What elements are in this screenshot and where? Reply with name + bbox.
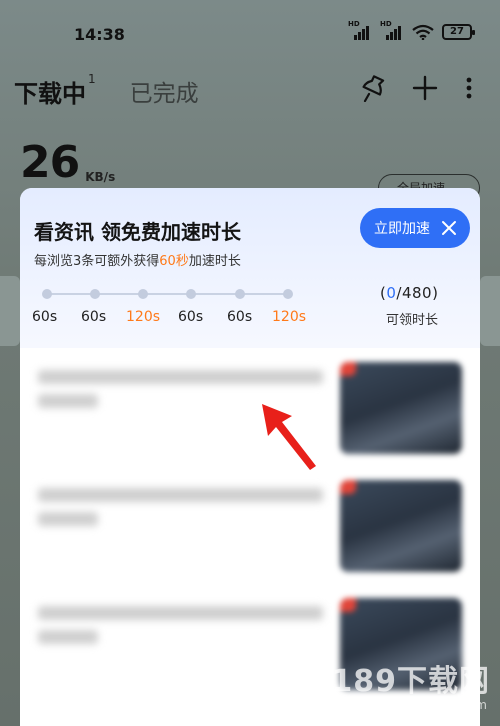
popup-subtitle: 每浏览3条可额外获得60秒加速时长 (34, 250, 241, 269)
counter-label: 可领时长 (386, 313, 439, 328)
list-item[interactable] (38, 480, 468, 588)
download-speed: 26 KB/s (20, 140, 115, 186)
news-reward-popup: 看资讯 领免费加速时长 每浏览3条可额外获得60秒加速时长 立即加速 60s 6… (20, 188, 480, 726)
progress-track (42, 288, 293, 300)
step-label: 120s (126, 309, 161, 325)
popup-header: 看资讯 领免费加速时长 每浏览3条可额外获得60秒加速时长 立即加速 60s 6… (20, 188, 480, 348)
tab-downloading-count: 1 (88, 72, 96, 86)
reward-steps: 60s 60s 120s 60s 60s 120s (32, 309, 332, 327)
signal-icon: HD (348, 20, 372, 40)
reward-counter: (0/480) (380, 284, 439, 302)
tab-downloading[interactable]: 下载中 (14, 74, 86, 109)
speed-value: 26 (20, 137, 80, 188)
subtitle-highlight: 60秒 (159, 254, 189, 269)
progress-dot (235, 289, 245, 299)
progress-dot (42, 289, 52, 299)
step-label: 60s (227, 309, 253, 325)
list-item[interactable] (38, 362, 468, 470)
status-time: 14:38 (74, 25, 125, 44)
progress-dot (186, 289, 196, 299)
close-icon[interactable] (440, 219, 458, 237)
watermark-sub: www.189d.com (361, 698, 490, 712)
watermark: 189下载网 www.189d.com (331, 656, 490, 712)
download-tabs: 下载中 1 已完成 (14, 72, 199, 109)
top-actions (360, 74, 474, 102)
more-icon[interactable] (464, 74, 474, 102)
step-label: 60s (178, 309, 204, 325)
pin-icon[interactable] (360, 74, 386, 102)
progress-line (46, 293, 288, 295)
subtitle-prefix: 每浏览3条可额外获得 (34, 254, 160, 269)
speed-unit: KB/s (85, 170, 116, 184)
wifi-icon (412, 24, 434, 40)
article-text-blurred (38, 488, 323, 536)
background-card-right (480, 276, 500, 346)
progress-dot (283, 289, 293, 299)
pointer-arrow-icon (262, 404, 316, 470)
step-label: 120s (272, 309, 307, 325)
status-icons: HD HD 27 (348, 20, 475, 40)
counter-total: 480 (401, 284, 433, 302)
counter-current: 0 (386, 284, 397, 302)
status-bar: 14:38 HD HD 27 (0, 0, 500, 66)
accelerate-now-label: 立即加速 (374, 221, 430, 237)
battery-icon: 27 (442, 24, 475, 40)
plus-icon[interactable] (412, 74, 438, 102)
article-thumbnail (340, 480, 462, 572)
hd-label: HD (348, 20, 360, 28)
step-label: 60s (32, 309, 58, 325)
accelerate-now-button[interactable]: 立即加速 (360, 208, 470, 248)
watermark-main: 189下载网 (331, 664, 490, 699)
article-text-blurred (38, 606, 323, 654)
hd-label-2: HD (380, 20, 392, 28)
signal-icon-2: HD (380, 20, 404, 40)
article-thumbnail (340, 362, 462, 454)
tab-completed[interactable]: 已完成 (130, 74, 199, 108)
popup-title: 看资讯 领免费加速时长 (34, 220, 241, 244)
step-label: 60s (81, 309, 107, 325)
subtitle-suffix: 加速时长 (188, 254, 241, 269)
progress-dot (138, 289, 148, 299)
background-card-left (0, 276, 20, 346)
progress-dot (90, 289, 100, 299)
